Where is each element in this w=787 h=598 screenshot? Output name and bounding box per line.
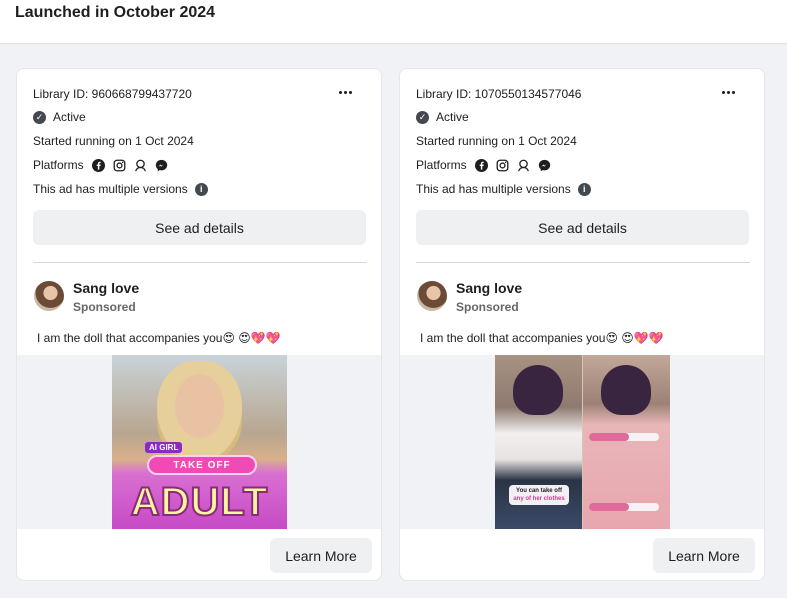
image-pill: TAKE OFF [147,455,257,475]
ad-image[interactable]: AI GIRL TAKE OFF ADULT [112,355,287,529]
image-caption: You can take off any of her clothes [509,485,569,505]
versions-note: This ad has multiple versions [416,182,571,196]
character-hair [601,365,651,415]
avatar[interactable] [417,281,447,311]
caption-line-2: any of her clothes [513,496,565,502]
page-name[interactable]: Sang love [456,280,522,296]
learn-more-button[interactable]: Learn More [653,538,755,573]
info-icon[interactable]: i [194,182,208,196]
see-ad-details-button[interactable]: See ad details [416,210,749,245]
status-text: Active [436,110,469,124]
see-ad-details-button[interactable]: See ad details [33,210,366,245]
caption-line-1: You can take off [516,488,562,494]
character-hair [513,365,563,415]
versions-note: This ad has multiple versions [33,182,188,196]
library-id: Library ID: 960668799437720 [33,87,192,101]
section-title: Launched in October 2024 [15,4,216,21]
ad-media: You can take off any of her clothes [400,355,764,529]
start-date: Started running on 1 Oct 2024 [416,134,577,148]
messenger-icon [538,159,550,171]
image-slider [589,433,659,441]
info-icon[interactable]: i [577,182,591,196]
ad-image[interactable]: You can take off any of her clothes [495,355,670,529]
ad-text: I am the doll that accompanies you😍 😍💖💖 [420,331,664,345]
platforms-label: Platforms [416,158,467,172]
ad-text: I am the doll that accompanies you😍 😍💖💖 [37,331,281,345]
sponsored-label: Sponsored [456,300,519,314]
platforms-label: Platforms [33,158,84,172]
image-headline: ADULT [130,479,269,525]
ad-media: AI GIRL TAKE OFF ADULT [17,355,381,529]
divider [416,262,750,263]
facebook-icon [474,158,488,172]
status-text: Active [53,110,86,124]
divider [33,262,367,263]
status-row: ✓ Active [33,110,86,124]
audience-network-icon [517,159,529,171]
more-options-icon[interactable] [335,83,355,101]
ad-card: Library ID: 960668799437720 ✓ Active Sta… [16,68,382,581]
learn-more-button[interactable]: Learn More [270,538,372,573]
library-id: Library ID: 1070550134577046 [416,87,582,101]
image-slider [589,503,659,511]
status-row: ✓ Active [416,110,469,124]
platforms-row: Platforms [416,158,551,172]
check-circle-icon: ✓ [33,110,46,124]
avatar[interactable] [34,281,64,311]
start-date: Started running on 1 Oct 2024 [33,134,194,148]
instagram-icon [113,159,126,171]
more-options-icon[interactable] [718,83,738,101]
section-header: Launched in October 2024 [0,0,787,44]
instagram-icon [496,159,509,171]
versions-row: This ad has multiple versions i [33,182,208,196]
ad-card: Library ID: 1070550134577046 ✓ Active St… [399,68,765,581]
check-circle-icon: ✓ [416,110,429,124]
audience-network-icon [134,159,146,171]
messenger-icon [155,159,167,171]
image-badge: AI GIRL [145,442,183,453]
sponsored-label: Sponsored [73,300,136,314]
page-name[interactable]: Sang love [73,280,139,296]
platforms-row: Platforms [33,158,168,172]
facebook-icon [91,158,105,172]
versions-row: This ad has multiple versions i [416,182,591,196]
